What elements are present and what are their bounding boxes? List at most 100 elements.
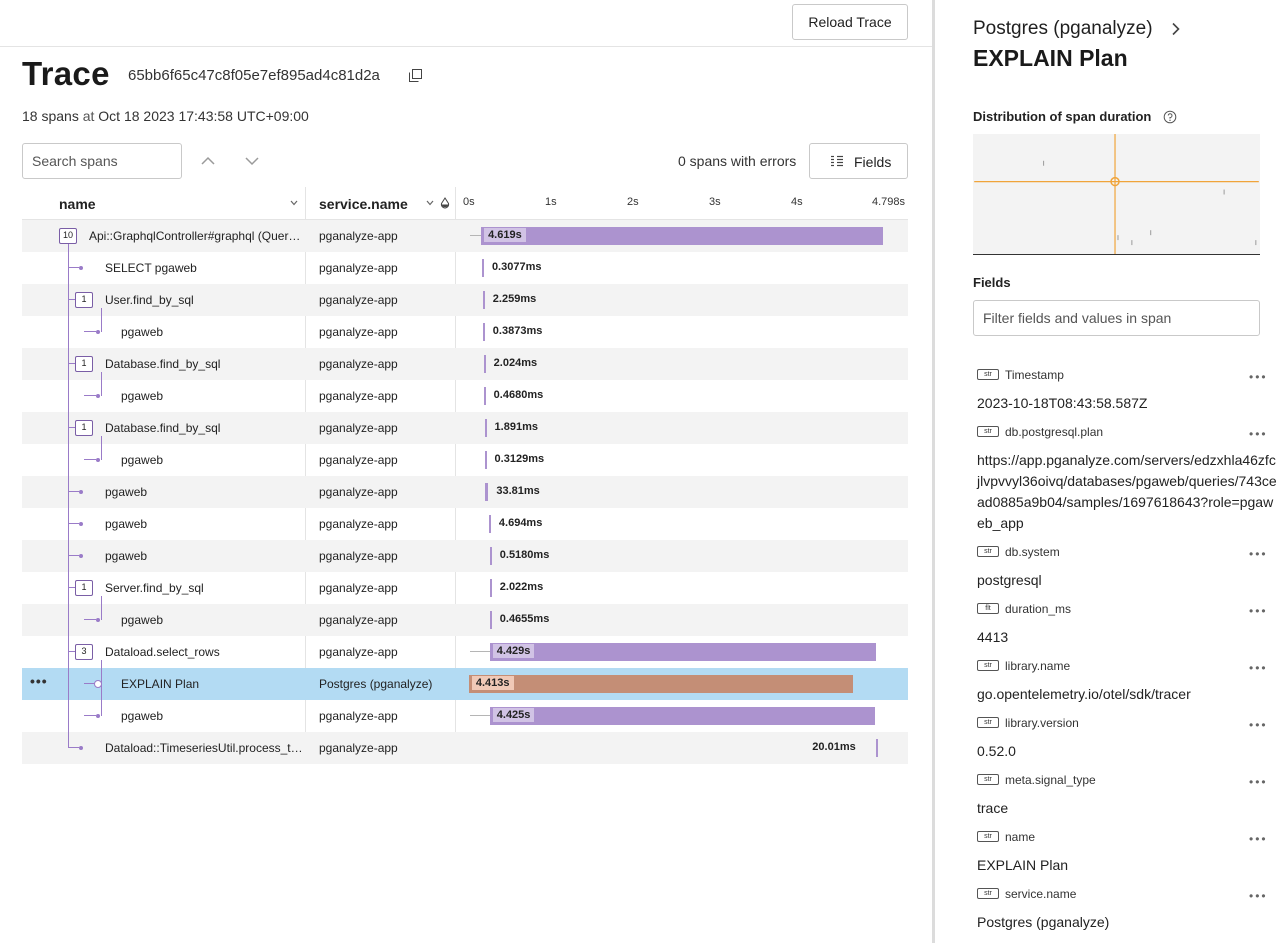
tree-connector xyxy=(101,596,102,620)
copy-icon[interactable] xyxy=(409,69,422,82)
field-value: EXPLAIN Plan xyxy=(977,857,1069,873)
child-count-badge[interactable]: 3 xyxy=(75,644,93,660)
panel-title: EXPLAIN Plan xyxy=(973,45,1128,71)
table-row[interactable]: pgaweb pganalyze-app 4.425s xyxy=(22,700,908,732)
field-more-icon[interactable]: ••• xyxy=(1249,889,1268,903)
table-row[interactable]: 10 Api::GraphqlController#graphql (Quer… p… xyxy=(22,220,908,252)
span-duration-bar[interactable] xyxy=(483,387,486,405)
child-count-badge[interactable]: 1 xyxy=(75,420,93,436)
drop-icon[interactable] xyxy=(440,197,450,209)
reload-trace-button[interactable]: Reload Trace xyxy=(792,4,908,40)
span-name: pgaweb xyxy=(121,709,164,723)
span-duration-bar[interactable] xyxy=(489,547,492,565)
timeline-tick-label: 0s xyxy=(463,196,475,208)
field-more-icon[interactable]: ••• xyxy=(1249,370,1268,384)
column-header-service[interactable]: service.name xyxy=(319,196,408,212)
type-tag-icon: flt xyxy=(977,603,999,615)
table-row[interactable]: SELECT pgaweb pganalyze-app 0.3077ms xyxy=(22,252,908,284)
table-row[interactable]: pgaweb pganalyze-app 4.694ms xyxy=(22,508,908,540)
service-name: pganalyze-app xyxy=(319,357,398,371)
field-key-label: service.name xyxy=(1005,887,1077,901)
sort-chevron-icon[interactable] xyxy=(426,200,434,206)
field-more-icon[interactable]: ••• xyxy=(1249,547,1268,561)
chevron-down-icon[interactable] xyxy=(243,152,261,170)
type-tag-icon: str xyxy=(977,546,999,558)
chevron-up-icon[interactable] xyxy=(199,152,217,170)
child-count-badge[interactable]: 1 xyxy=(75,580,93,596)
type-tag-icon: str xyxy=(977,660,999,672)
table-row[interactable]: Dataload::TimeseriesUtil.process_t… pgana… xyxy=(22,732,908,764)
errors-count: 0 spans with errors xyxy=(678,153,797,169)
fields-button[interactable]: Fields xyxy=(809,143,908,179)
span-name: pgaweb xyxy=(121,613,164,627)
field-key-label: library.name xyxy=(1005,659,1071,673)
timeline-tick-label: 2s xyxy=(627,196,639,208)
span-duration-bar[interactable] xyxy=(489,579,492,597)
table-row[interactable]: pgaweb pganalyze-app 0.4655ms xyxy=(22,604,908,636)
span-duration-bar[interactable] xyxy=(483,355,486,373)
field-more-icon[interactable]: ••• xyxy=(1249,661,1268,675)
span-duration-bar[interactable] xyxy=(489,707,876,725)
child-count-badge[interactable]: 10 xyxy=(59,228,77,244)
sort-chevron-icon[interactable] xyxy=(290,200,298,206)
span-duration-bar[interactable] xyxy=(489,643,876,661)
field-more-icon[interactable]: ••• xyxy=(1249,832,1268,846)
tree-connector xyxy=(101,660,102,716)
span-duration-bar[interactable] xyxy=(484,419,487,437)
table-row-selected[interactable]: ••• EXPLAIN Plan Postgres (pganalyze) 4.413… xyxy=(22,668,908,700)
span-duration-label: 4.429s xyxy=(492,644,535,658)
table-row[interactable]: 1 Database.find_by_sql pganalyze-app 2.024m… xyxy=(22,348,908,380)
field-more-icon[interactable]: ••• xyxy=(1249,427,1268,441)
column-header-name[interactable]: name xyxy=(59,196,96,212)
child-count-badge[interactable]: 1 xyxy=(75,292,93,308)
table-row[interactable]: pgaweb pganalyze-app 0.5180ms xyxy=(22,540,908,572)
timeline-tick-label: 4s xyxy=(791,196,803,208)
table-row[interactable]: pgaweb pganalyze-app 0.3129ms xyxy=(22,444,908,476)
help-icon[interactable] xyxy=(1163,110,1177,124)
span-name: pgaweb xyxy=(121,453,164,467)
span-duration-bar[interactable] xyxy=(484,451,487,469)
field-more-icon[interactable]: ••• xyxy=(1249,604,1268,618)
span-name: EXPLAIN Plan xyxy=(121,677,200,691)
search-spans-input[interactable] xyxy=(22,143,182,179)
field-more-icon[interactable]: ••• xyxy=(1249,718,1268,732)
table-row[interactable]: 1 User.find_by_sql pganalyze-app 2.259ms xyxy=(22,284,908,316)
table-row[interactable]: pgaweb pganalyze-app 33.81ms xyxy=(22,476,908,508)
span-duration-bar[interactable] xyxy=(468,675,854,693)
span-duration-bar[interactable] xyxy=(489,611,492,629)
field-value: 0.52.0 xyxy=(977,743,1016,759)
span-duration-bar[interactable] xyxy=(488,515,491,533)
table-row[interactable]: pgaweb pganalyze-app 0.4680ms xyxy=(22,380,908,412)
row-more-icon[interactable]: ••• xyxy=(30,673,48,689)
child-count-badge[interactable]: 1 xyxy=(75,356,93,372)
duration-distribution-chart[interactable] xyxy=(973,134,1260,255)
table-row[interactable]: pgaweb pganalyze-app 0.3873ms xyxy=(22,316,908,348)
span-duration-label: 1.891ms xyxy=(494,421,538,433)
span-duration-bar[interactable] xyxy=(481,259,484,277)
tree-node-icon xyxy=(96,330,100,334)
field-more-icon[interactable]: ••• xyxy=(1249,775,1268,789)
tree-connector xyxy=(68,587,75,588)
span-duration-label: 0.3873ms xyxy=(492,325,543,337)
timeline-tick-label: 3s xyxy=(709,196,721,208)
trace-timestamp: Oct 18 2023 17:43:58 UTC+09:00 xyxy=(98,108,309,124)
span-duration-bar[interactable] xyxy=(875,739,878,757)
span-duration-label: 4.425s xyxy=(492,708,535,722)
field-value: 2023-10-18T08:43:58.587Z xyxy=(977,395,1148,411)
table-row[interactable]: 3 Dataload.select_rows pganalyze-app 4.429s xyxy=(22,636,908,668)
chevron-right-icon[interactable] xyxy=(1171,22,1181,36)
panel-service-name[interactable]: Postgres (pganalyze) xyxy=(973,18,1153,40)
span-duration-bar[interactable] xyxy=(482,323,485,341)
span-duration-bar[interactable] xyxy=(485,483,489,501)
span-duration-bar[interactable] xyxy=(481,227,884,245)
span-duration-bar[interactable] xyxy=(482,291,485,309)
span-name: pgaweb xyxy=(121,389,164,403)
span-duration-label: 2.259ms xyxy=(492,293,537,305)
field-key-label: name xyxy=(1005,830,1036,844)
table-row[interactable]: 1 Database.find_by_sql pganalyze-app 1.891m… xyxy=(22,412,908,444)
service-name: pganalyze-app xyxy=(319,709,398,723)
field-value: go.opentelemetry.io/otel/sdk/tracer xyxy=(977,686,1191,702)
table-row[interactable]: 1 Server.find_by_sql pganalyze-app 2.022ms xyxy=(22,572,908,604)
filter-fields-input[interactable] xyxy=(973,300,1260,336)
trace-view: Reload Trace Trace 65bb6f65c47c8f05e7ef8… xyxy=(0,0,932,943)
